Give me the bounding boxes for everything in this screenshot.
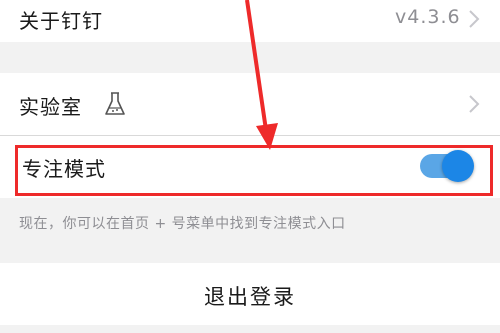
lab-row[interactable]: 实验室	[0, 73, 500, 135]
chevron-right-icon	[469, 10, 480, 28]
logout-row[interactable]: 退出登录	[0, 263, 500, 325]
about-label: 关于钉钉	[19, 9, 103, 33]
chevron-right-icon	[469, 95, 480, 113]
version-text: v4.3.6	[395, 6, 461, 28]
annotation-highlight-box	[15, 145, 493, 196]
about-row[interactable]: 关于钉钉 v4.3.6	[0, 0, 500, 42]
logout-button[interactable]: 退出登录	[0, 281, 500, 311]
focus-mode-hint: 现在，你可以在首页 + 号菜单中找到专注模式入口	[19, 216, 346, 232]
lab-label: 实验室	[19, 95, 82, 119]
flask-icon	[105, 92, 125, 115]
